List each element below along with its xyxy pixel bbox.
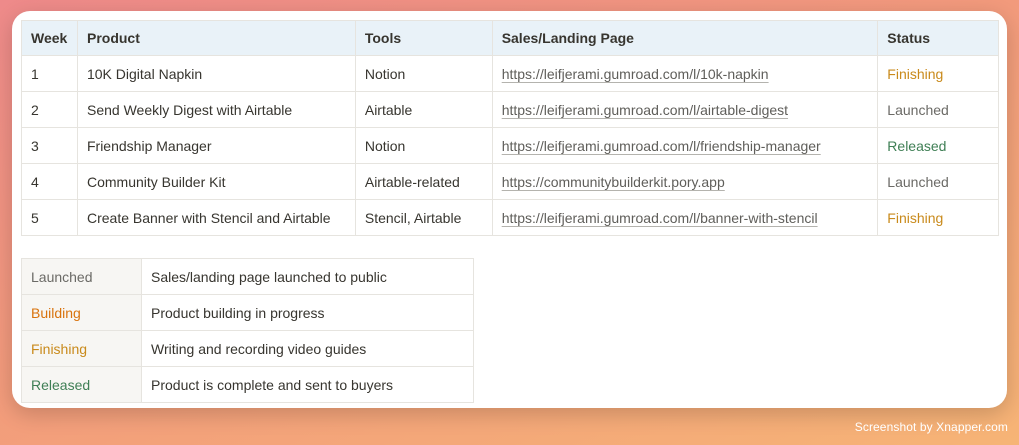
sales-page-link[interactable]: https://communitybuilderkit.pory.app (502, 174, 725, 190)
legend-description: Sales/landing page launched to public (141, 258, 474, 295)
header-week: Week (21, 20, 78, 56)
legend-status: Finishing (21, 330, 142, 367)
week-cell: 3 (21, 127, 78, 164)
tools-cell: Notion (354, 55, 493, 92)
products-table: Week Product Tools Sales/Landing Page St… (21, 20, 999, 236)
url-cell: https://leifjerami.gumroad.com/l/airtabl… (491, 91, 879, 128)
url-cell: https://communitybuilderkit.pory.app (491, 163, 879, 200)
legend-description: Writing and recording video guides (141, 330, 474, 367)
table-header-row: Week Product Tools Sales/Landing Page St… (21, 20, 999, 56)
week-cell: 1 (21, 55, 78, 92)
status-cell: Launched (877, 91, 999, 128)
legend-status: Building (21, 294, 142, 331)
tools-cell: Stencil, Airtable (354, 199, 493, 236)
legend-status: Launched (21, 258, 142, 295)
sales-page-link[interactable]: https://leifjerami.gumroad.com/l/airtabl… (502, 102, 788, 118)
tools-cell: Airtable-related (354, 163, 493, 200)
product-cell: Send Weekly Digest with Airtable (76, 91, 356, 128)
legend-status: Released (21, 366, 142, 403)
status-legend-table: Launched Sales/landing page launched to … (21, 258, 474, 403)
product-cell: Create Banner with Stencil and Airtable (76, 199, 356, 236)
table-row: 2 Send Weekly Digest with Airtable Airta… (21, 91, 999, 128)
week-cell: 2 (21, 91, 78, 128)
table-row: 1 10K Digital Napkin Notion https://leif… (21, 55, 999, 92)
tools-cell: Airtable (354, 91, 493, 128)
url-cell: https://leifjerami.gumroad.com/l/friends… (491, 127, 879, 164)
status-cell: Launched (877, 163, 999, 200)
sales-page-link[interactable]: https://leifjerami.gumroad.com/l/10k-nap… (502, 66, 769, 82)
table-row: 4 Community Builder Kit Airtable-related… (21, 163, 999, 200)
legend-row: Finishing Writing and recording video gu… (21, 330, 474, 367)
status-cell: Finishing (877, 199, 999, 236)
tools-cell: Notion (354, 127, 493, 164)
sales-page-link[interactable]: https://leifjerami.gumroad.com/l/friends… (502, 138, 821, 154)
table-row: 5 Create Banner with Stencil and Airtabl… (21, 199, 999, 236)
table-row: 3 Friendship Manager Notion https://leif… (21, 127, 999, 164)
header-status: Status (877, 20, 999, 56)
status-cell: Released (877, 127, 999, 164)
sales-page-link[interactable]: https://leifjerami.gumroad.com/l/banner-… (502, 210, 818, 226)
status-cell: Finishing (877, 55, 999, 92)
header-tools: Tools (354, 20, 493, 56)
product-cell: Friendship Manager (76, 127, 356, 164)
product-cell: 10K Digital Napkin (76, 55, 356, 92)
header-sales-page: Sales/Landing Page (491, 20, 879, 56)
screenshot-card: Week Product Tools Sales/Landing Page St… (12, 11, 1007, 408)
legend-row: Launched Sales/landing page launched to … (21, 258, 474, 295)
url-cell: https://leifjerami.gumroad.com/l/banner-… (491, 199, 879, 236)
legend-description: Product is complete and sent to buyers (141, 366, 474, 403)
header-product: Product (76, 20, 356, 56)
legend-description: Product building in progress (141, 294, 474, 331)
week-cell: 5 (21, 199, 78, 236)
legend-row: Released Product is complete and sent to… (21, 366, 474, 403)
product-cell: Community Builder Kit (76, 163, 356, 200)
week-cell: 4 (21, 163, 78, 200)
xnapper-watermark: Screenshot by Xnapper.com (854, 420, 1008, 434)
legend-row: Building Product building in progress (21, 294, 474, 331)
url-cell: https://leifjerami.gumroad.com/l/10k-nap… (491, 55, 879, 92)
